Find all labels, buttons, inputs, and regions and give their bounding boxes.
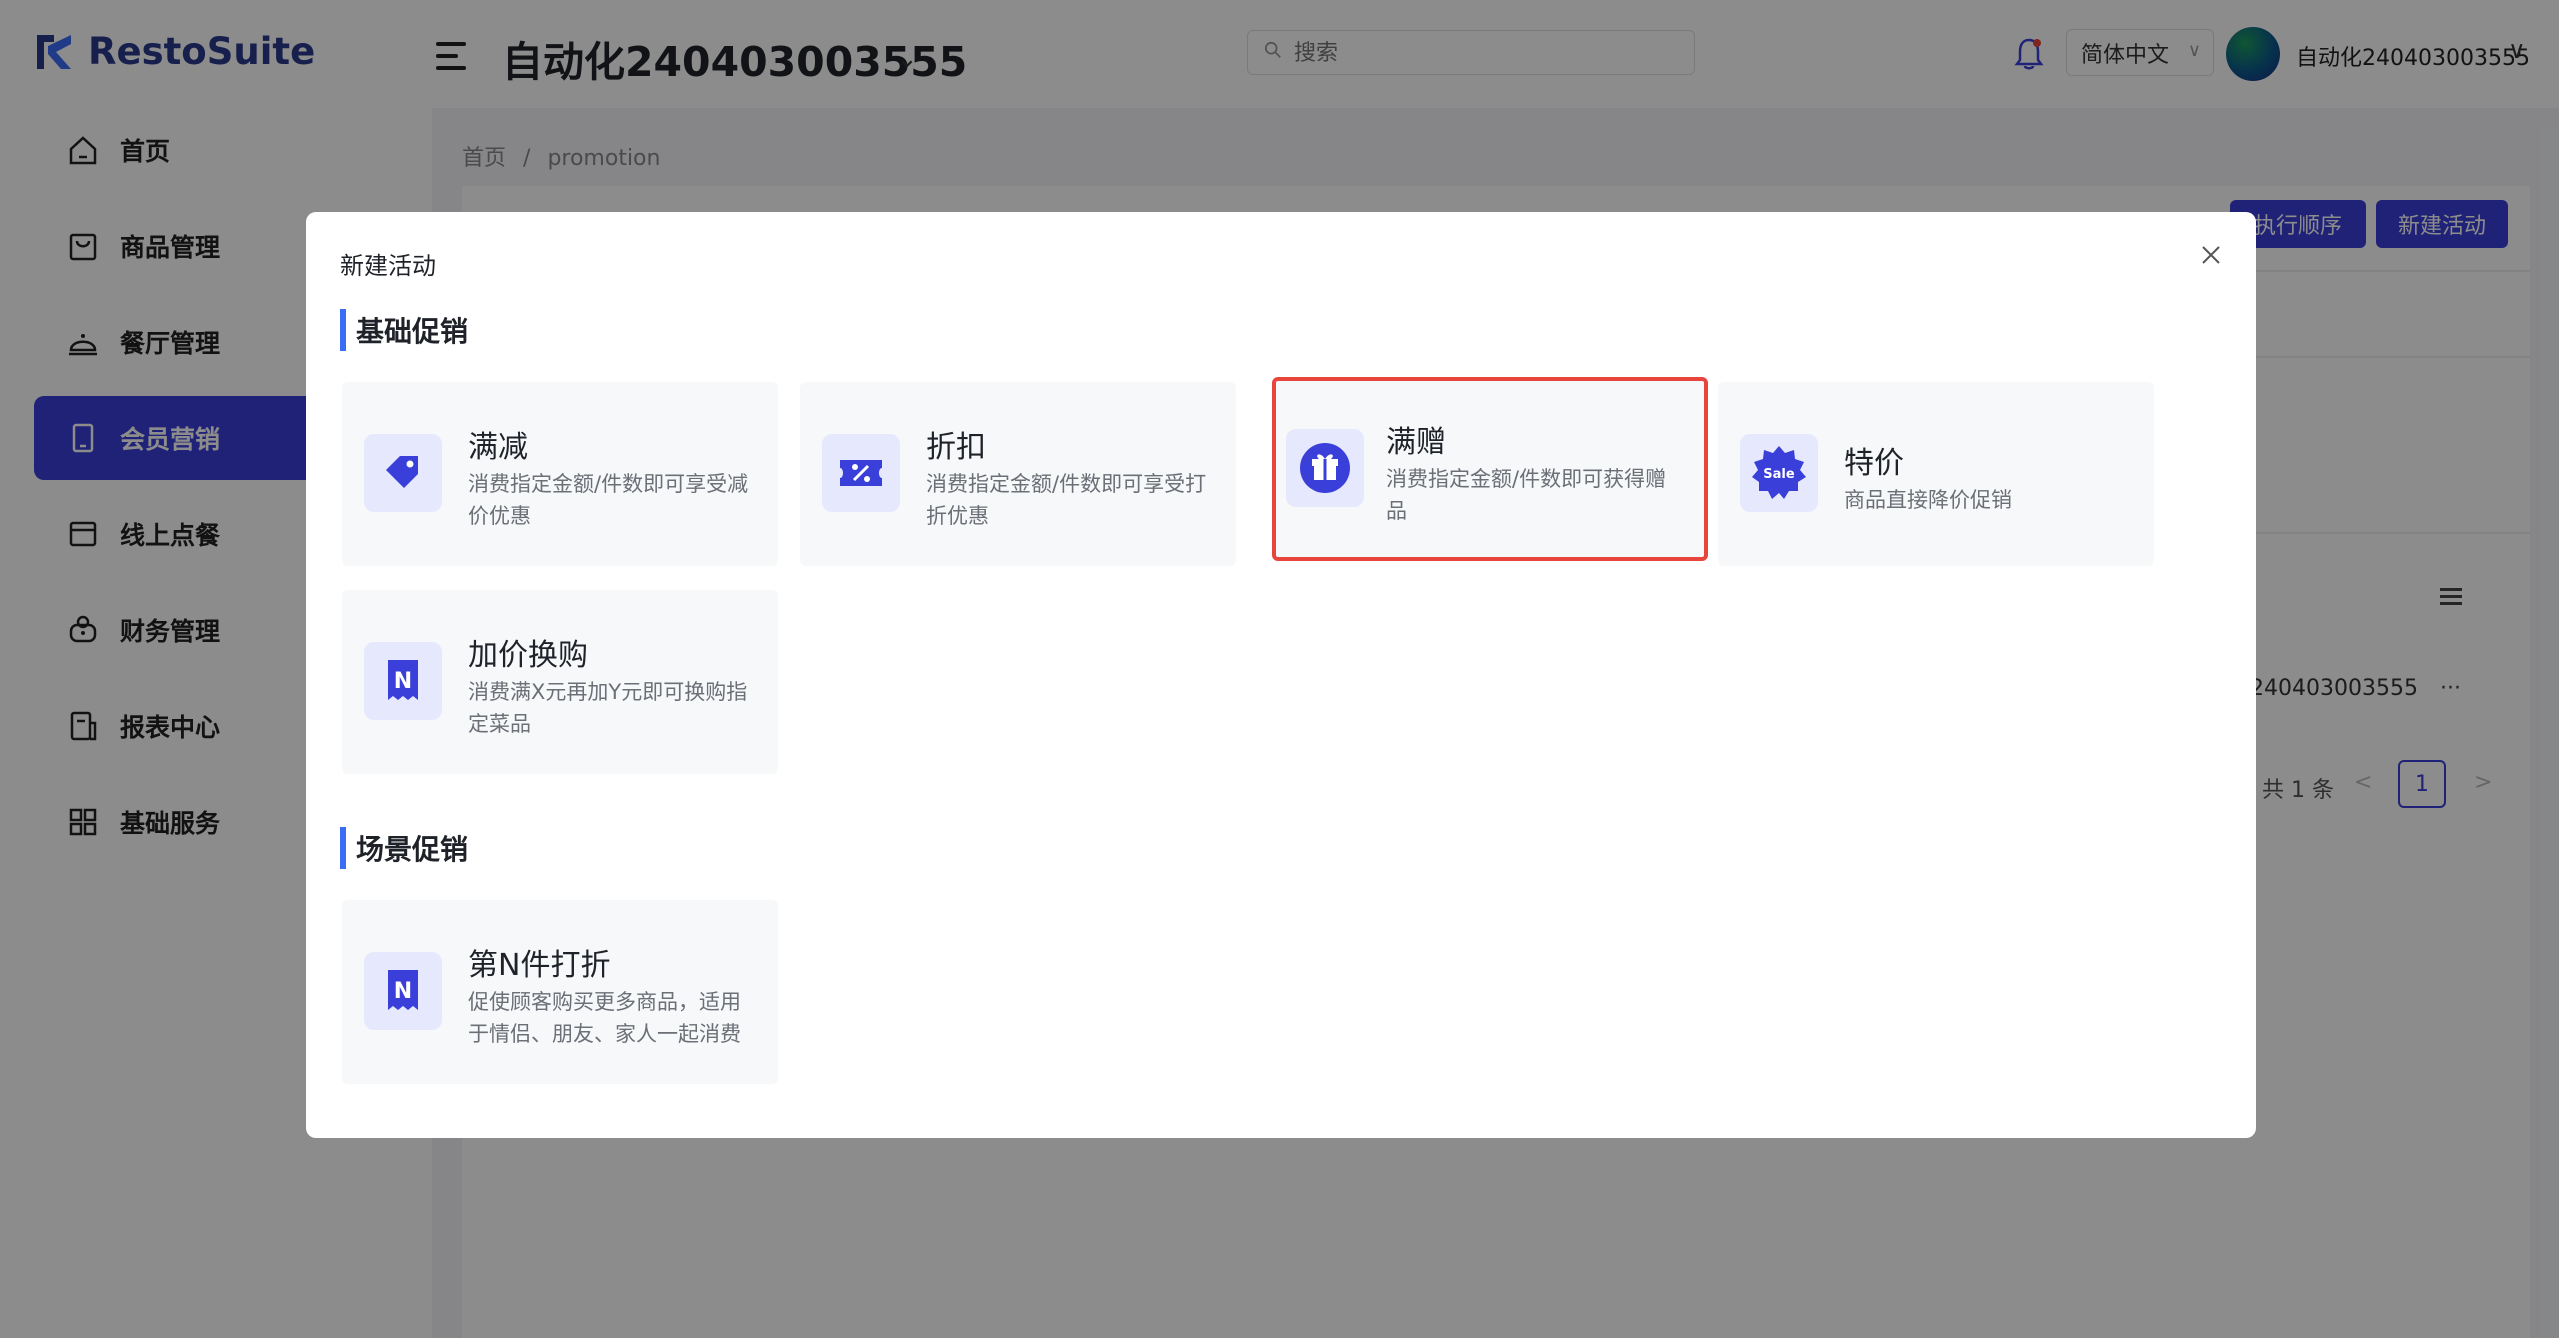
- gift-icon: [1286, 429, 1364, 507]
- promo-card-special-price[interactable]: Sale 特价 商品直接降价促销: [1718, 382, 2154, 566]
- promo-card-gift[interactable]: 满赠 消费指定金额/件数即可获得赠品: [1272, 377, 1708, 561]
- promo-card-desc: 消费满X元再加Y元即可换购指定菜品: [468, 680, 748, 736]
- promo-card-title: 满减: [468, 430, 528, 465]
- promo-card-title: 特价: [1844, 446, 1904, 481]
- close-icon[interactable]: [2196, 240, 2226, 270]
- promo-card-add-on-purchase[interactable]: N 加价换购 消费满X元再加Y元即可换购指定菜品: [342, 590, 778, 774]
- promo-card-title: 第N件打折: [468, 948, 611, 983]
- promo-card-title: 加价换购: [468, 638, 588, 673]
- section-title-basic: 基础促销: [340, 309, 468, 351]
- section-title-text: 场景促销: [356, 833, 469, 866]
- promo-card-title: 折扣: [926, 430, 986, 465]
- promo-card-desc: 商品直接降价促销: [1844, 488, 2012, 512]
- price-tag-icon: [364, 434, 442, 512]
- n-voucher-icon: N: [364, 642, 442, 720]
- svg-text:N: N: [394, 979, 412, 1004]
- section-title-scene: 场景促销: [340, 827, 468, 869]
- new-activity-modal: 新建活动 基础促销 满减 消费指定金额/件数即可享受减价优惠 折扣 消费指定金额…: [306, 212, 2256, 1138]
- promo-card-discount[interactable]: 折扣 消费指定金额/件数即可享受打折优惠: [800, 382, 1236, 566]
- promo-card-desc: 消费指定金额/件数即可享受打折优惠: [926, 472, 1207, 528]
- promo-card-nth-item-discount[interactable]: N 第N件打折 促使顾客购买更多商品，适用于情侣、朋友、家人一起消费: [342, 900, 778, 1084]
- promo-card-desc: 消费指定金额/件数即可获得赠品: [1386, 467, 1667, 523]
- promo-card-full-reduction[interactable]: 满减 消费指定金额/件数即可享受减价优惠: [342, 382, 778, 566]
- sale-badge-icon: Sale: [1740, 434, 1818, 512]
- promo-card-desc: 消费指定金额/件数即可享受减价优惠: [468, 472, 749, 528]
- promo-card-title: 满赠: [1386, 425, 1446, 460]
- promo-card-desc: 促使顾客购买更多商品，适用于情侣、朋友、家人一起消费: [468, 990, 741, 1046]
- modal-title: 新建活动: [340, 252, 436, 280]
- section-accent-bar: [340, 827, 346, 869]
- discount-coupon-icon: [822, 434, 900, 512]
- section-title-text: 基础促销: [356, 315, 469, 348]
- svg-text:N: N: [394, 669, 412, 694]
- section-accent-bar: [340, 309, 346, 351]
- svg-text:Sale: Sale: [1763, 467, 1795, 482]
- n-voucher-icon: N: [364, 952, 442, 1030]
